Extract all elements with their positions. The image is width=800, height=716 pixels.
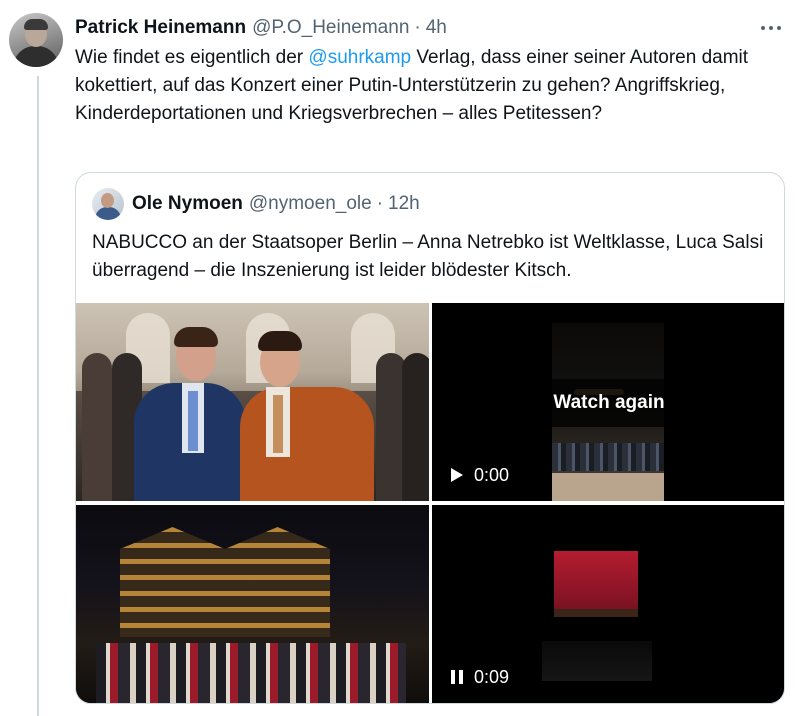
- stage-audience: [542, 641, 652, 681]
- separator-dot: ·: [376, 193, 384, 214]
- author-avatar[interactable]: [9, 13, 63, 67]
- video-player-1[interactable]: Watch again 0:00: [432, 303, 784, 501]
- more-options-icon[interactable]: [758, 18, 784, 38]
- video-player-2[interactable]: 0:09: [432, 505, 784, 703]
- media-grid: Watch again 0:00 0:09: [76, 303, 784, 703]
- tweet-header: Patrick Heinemann @P.O_Heinemann · 4h: [75, 14, 447, 42]
- quoted-author-handle[interactable]: @nymoen_ole: [249, 193, 372, 215]
- photo-hair: [258, 331, 302, 351]
- quoted-author-name[interactable]: Ole Nymoen: [132, 193, 243, 215]
- stage-floor: [552, 473, 664, 501]
- video-controls: 0:09: [446, 665, 509, 689]
- quoted-tweet-card[interactable]: Ole Nymoen @nymoen_ole · 12h NABUCCO an …: [75, 172, 785, 704]
- photo-stage-cast[interactable]: [76, 505, 429, 703]
- stage-curtain: [554, 551, 638, 609]
- tweet-text-part: Wie findet es eigentlich der: [75, 47, 309, 68]
- more-dot: [769, 26, 773, 30]
- pause-icon[interactable]: [446, 666, 468, 688]
- quoted-tweet-time[interactable]: 12h: [388, 193, 420, 215]
- more-dot: [761, 26, 765, 30]
- photo-guest: [82, 353, 112, 501]
- watch-again-button[interactable]: Watch again: [525, 379, 693, 427]
- photo-tie: [273, 395, 283, 453]
- photo-person-right: [240, 387, 374, 501]
- quoted-avatar-body: [95, 207, 121, 220]
- play-icon[interactable]: [446, 464, 468, 486]
- quoted-tweet-header: Ole Nymoen @nymoen_ole · 12h: [92, 187, 420, 221]
- more-dot: [777, 26, 781, 30]
- tweet-time[interactable]: 4h: [426, 17, 447, 39]
- avatar-shoulders: [13, 46, 59, 67]
- video-timestamp: 0:00: [474, 464, 510, 485]
- avatar-hair: [24, 19, 48, 30]
- photo-guest: [402, 353, 429, 501]
- quoted-avatar-head: [101, 193, 114, 208]
- separator-dot: ·: [414, 17, 421, 38]
- video-controls: 0:00: [446, 463, 509, 487]
- photo-hair: [174, 327, 218, 347]
- quoted-author-avatar[interactable]: [92, 188, 124, 220]
- author-name[interactable]: Patrick Heinemann: [75, 17, 246, 39]
- stage-cast: [96, 643, 406, 703]
- photo-two-men[interactable]: [76, 303, 429, 501]
- video-timestamp: 0:09: [474, 666, 510, 687]
- author-handle[interactable]: @P.O_Heinemann: [252, 17, 409, 39]
- thread-connector-line: [37, 76, 39, 716]
- tweet-text: Wie findet es eigentlich der @suhrkamp V…: [75, 44, 780, 128]
- stage-floor: [554, 609, 638, 617]
- stage-audience: [552, 443, 664, 471]
- photo-tie: [188, 391, 198, 451]
- mention-link[interactable]: @suhrkamp: [308, 47, 411, 68]
- quoted-tweet-text: NABUCCO an der Staatsoper Berlin – Anna …: [92, 232, 764, 281]
